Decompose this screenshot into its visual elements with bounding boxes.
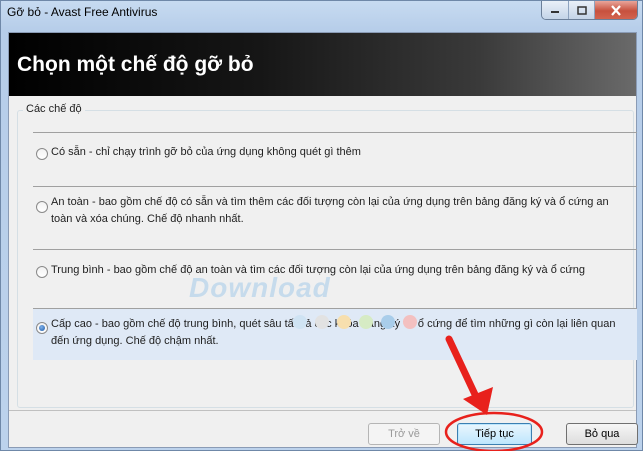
annotation-overlay <box>444 335 544 451</box>
uninstall-window: Gỡ bỏ - Avast Free Antivirus Chọn một ch… <box>0 0 643 451</box>
annotation-arrowhead-icon <box>463 387 493 415</box>
annotation-arrow-icon <box>445 335 483 407</box>
highlight-ellipse <box>444 411 544 451</box>
